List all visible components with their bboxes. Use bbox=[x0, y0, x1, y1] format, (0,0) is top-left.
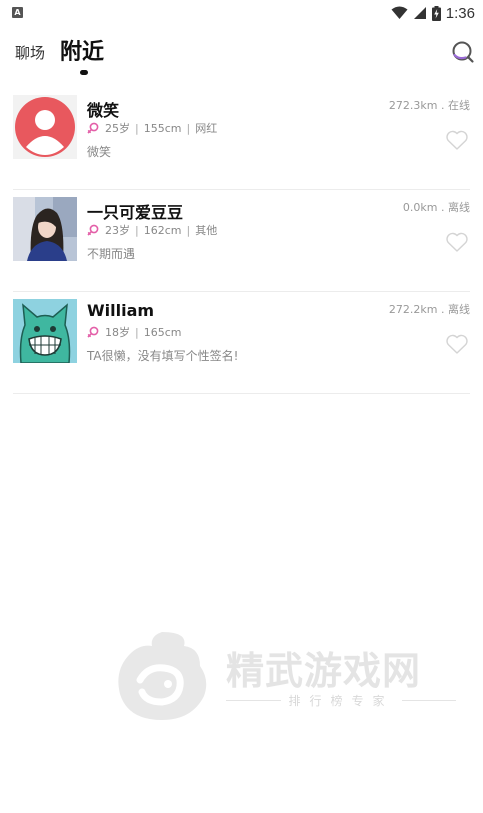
user-list-item[interactable]: 一只可爱豆豆 0.0km . 离线 23岁 | 162cm | 其他 不期而遇 bbox=[13, 190, 470, 292]
cartoon-cat-avatar bbox=[13, 299, 77, 363]
user-signature: TA很懒，没有填写个性签名! bbox=[87, 349, 239, 363]
user-signature: 微笑 bbox=[87, 145, 112, 159]
avatar[interactable] bbox=[13, 95, 77, 159]
user-age: 18岁 bbox=[105, 326, 130, 339]
separator: | bbox=[135, 121, 139, 135]
watermark-title: 精武游戏网 bbox=[226, 649, 422, 693]
distance-status: 272.2km . 离线 bbox=[388, 303, 470, 316]
tab-chat[interactable]: 聊场 bbox=[15, 42, 45, 63]
female-icon bbox=[87, 224, 99, 236]
user-height: 155cm bbox=[143, 121, 182, 135]
default-avatar-icon bbox=[13, 95, 77, 159]
user-tag: 网红 bbox=[195, 122, 218, 135]
status-indicators: 1:36 bbox=[391, 3, 475, 23]
user-meta: 25岁 | 155cm | 网红 bbox=[87, 120, 217, 136]
user-height: 162cm bbox=[143, 223, 182, 237]
watermark-subtitle: 排行榜专家 bbox=[288, 694, 394, 708]
avatar[interactable] bbox=[13, 299, 77, 363]
nearby-user-list: 微笑 272.3km . 在线 25岁 | 155cm | 网红 微笑 一只可爱… bbox=[13, 88, 470, 394]
user-list-item[interactable]: William 272.2km . 离线 18岁 | 165cm TA很懒，没有… bbox=[13, 292, 470, 394]
wifi-icon bbox=[391, 6, 408, 19]
user-age: 23岁 bbox=[105, 224, 130, 237]
distance-status: 272.3km . 在线 bbox=[388, 99, 470, 112]
user-photo bbox=[13, 197, 77, 261]
separator: | bbox=[135, 223, 139, 237]
user-tag: 其他 bbox=[195, 224, 218, 237]
heart-icon[interactable] bbox=[445, 129, 469, 151]
user-age: 25岁 bbox=[105, 122, 130, 135]
female-icon bbox=[87, 122, 99, 134]
user-name: William bbox=[87, 301, 155, 320]
tab-nearby[interactable]: 附近 bbox=[60, 34, 104, 66]
watermark-subtitle-row: 排行榜专家 bbox=[226, 692, 457, 709]
watermark: 精武游戏网 排行榜专家 bbox=[112, 628, 462, 723]
user-meta: 23岁 | 162cm | 其他 bbox=[87, 222, 217, 238]
clock: 1:36 bbox=[445, 4, 475, 22]
divider bbox=[401, 700, 457, 701]
battery-charging-icon bbox=[431, 5, 441, 21]
user-name: 一只可爱豆豆 bbox=[87, 203, 184, 222]
user-signature: 不期而遇 bbox=[87, 247, 136, 261]
active-tab-indicator bbox=[80, 70, 88, 75]
female-icon bbox=[87, 326, 99, 338]
notification-icon: A bbox=[12, 7, 23, 18]
user-meta: 18岁 | 165cm bbox=[87, 324, 181, 340]
avatar[interactable] bbox=[13, 197, 77, 261]
user-list-item[interactable]: 微笑 272.3km . 在线 25岁 | 155cm | 网红 微笑 bbox=[13, 88, 470, 190]
separator: | bbox=[186, 121, 191, 135]
heart-icon[interactable] bbox=[445, 333, 469, 355]
user-name: 微笑 bbox=[87, 101, 120, 120]
separator: | bbox=[135, 325, 139, 339]
watermark-logo bbox=[118, 632, 207, 720]
top-tab-bar: 聊场 附近 bbox=[0, 26, 483, 86]
status-bar: A 1:36 bbox=[0, 0, 483, 26]
divider bbox=[226, 700, 281, 701]
distance-status: 0.0km . 离线 bbox=[402, 201, 470, 214]
separator: | bbox=[186, 223, 191, 237]
signal-icon bbox=[413, 7, 426, 19]
search-icon[interactable] bbox=[450, 39, 476, 65]
user-height: 165cm bbox=[143, 325, 182, 339]
heart-icon[interactable] bbox=[445, 231, 469, 253]
